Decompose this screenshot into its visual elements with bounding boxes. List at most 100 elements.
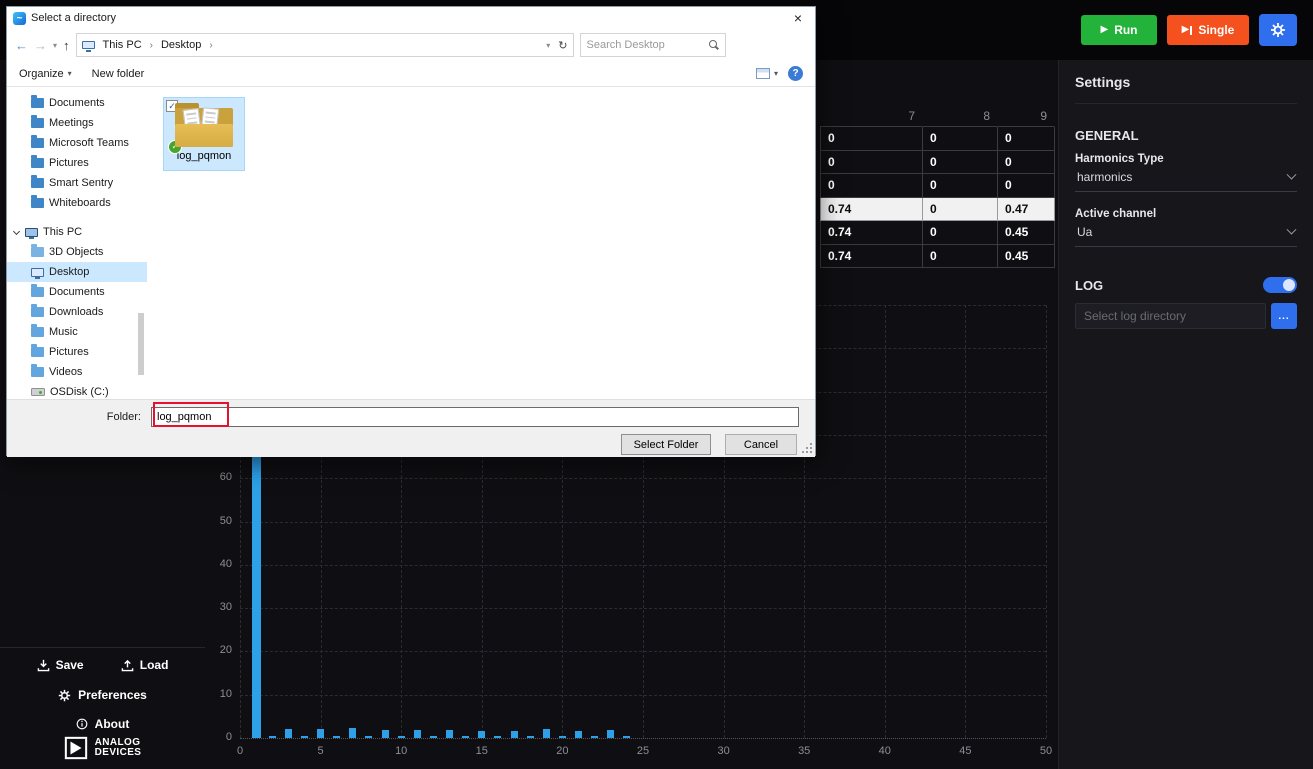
tree-item-3d-objects[interactable]: 3D Objects [7, 242, 147, 262]
harmonic-bar [285, 729, 292, 738]
settings-gear-button[interactable] [1259, 14, 1297, 46]
tree-scrollbar[interactable] [138, 313, 144, 375]
cancel-button[interactable]: Cancel [725, 434, 797, 455]
tree-item-music[interactable]: Music [7, 322, 147, 342]
table-cell[interactable]: 0 [820, 151, 923, 175]
tree-item-meetings[interactable]: Meetings [7, 113, 147, 133]
preferences-gear-icon [58, 689, 71, 702]
x-tick-label: 5 [304, 745, 338, 757]
harmonic-bar [414, 730, 421, 738]
application-window: ▶ Run ▶ Single Save Load Preferences [0, 0, 1313, 769]
table-cell[interactable]: 0 [998, 127, 1055, 151]
tree-item-downloads[interactable]: Downloads [7, 302, 147, 322]
tree-item-this-pc[interactable]: This PC [7, 222, 147, 242]
back-button[interactable]: ← [15, 38, 28, 53]
table-cell[interactable]: 0.45 [998, 245, 1055, 269]
tree-item-smart-sentry[interactable]: Smart Sentry [7, 173, 147, 193]
x-gridline [965, 305, 966, 738]
table-cell[interactable]: 0.74 [820, 221, 923, 245]
x-gridline [1046, 305, 1047, 738]
refresh-icon[interactable]: ↻ [558, 39, 567, 52]
table-cell[interactable]: 0 [923, 127, 998, 151]
help-button[interactable]: ? [788, 66, 803, 81]
table-cell[interactable]: 0 [923, 174, 998, 198]
table-cell[interactable]: 0.74 [820, 198, 923, 222]
folder-item-label: log_pqmon [177, 150, 231, 162]
search-input[interactable] [587, 39, 705, 51]
log-directory-input[interactable] [1075, 303, 1266, 329]
x-tick-label: 20 [545, 745, 579, 757]
breadcrumb-this-pc[interactable]: This PC [100, 39, 145, 51]
forward-button[interactable]: → [34, 38, 47, 53]
table-cell[interactable]: 0.45 [998, 221, 1055, 245]
dialog-nav-tree: DocumentsMeetingsMicrosoft TeamsPictures… [7, 87, 147, 399]
table-cell[interactable]: 0 [923, 221, 998, 245]
table-row[interactable]: 000 [820, 151, 1055, 175]
analog-devices-logo: ANALOG DEVICES [0, 736, 205, 760]
computer-icon [25, 228, 38, 237]
active-channel-dropdown[interactable]: Ua [1075, 223, 1297, 247]
single-button-label: Single [1198, 23, 1234, 37]
folder-item-log-pqmon[interactable]: ✓ ✓ log_pqmon [163, 97, 245, 171]
table-row[interactable]: 000 [820, 174, 1055, 198]
select-folder-button[interactable]: Select Folder [621, 434, 711, 455]
breadcrumb-separator-icon: › [150, 40, 153, 51]
table-header-cell: 7 [820, 105, 923, 127]
harmonics-table: 7890000000000.7400.470.7400.450.7400.45 [820, 105, 1055, 268]
run-button[interactable]: ▶ Run [1081, 15, 1157, 45]
tree-item-documents[interactable]: Documents [7, 93, 147, 113]
settings-panel: Settings GENERAL Harmonics Type harmonic… [1058, 60, 1313, 769]
save-button[interactable]: Save [37, 658, 84, 672]
expander-icon[interactable] [13, 229, 20, 236]
table-row[interactable]: 0.7400.45 [820, 221, 1055, 245]
table-row[interactable]: 0.7400.47 [820, 198, 1055, 222]
log-toggle[interactable] [1263, 277, 1297, 293]
table-cell[interactable]: 0 [923, 151, 998, 175]
recent-locations-dropdown-icon[interactable]: ▾ [53, 41, 57, 50]
browse-log-directory-button[interactable]: ... [1271, 303, 1297, 329]
single-button[interactable]: ▶ Single [1167, 15, 1249, 45]
tree-item-microsoft-teams[interactable]: Microsoft Teams [7, 133, 147, 153]
tree-item-documents[interactable]: Documents [7, 282, 147, 302]
tree-item-whiteboards[interactable]: Whiteboards [7, 193, 147, 213]
table-cell[interactable]: 0 [998, 174, 1055, 198]
step-forward-icon: ▶ [1182, 25, 1193, 35]
address-dropdown-icon[interactable]: ▾ [546, 41, 550, 50]
load-button[interactable]: Load [121, 658, 169, 672]
new-folder-label: New folder [92, 68, 145, 80]
harmonics-type-dropdown[interactable]: harmonics [1075, 168, 1297, 192]
table-cell[interactable]: 0 [820, 174, 923, 198]
harmonics-type-value: harmonics [1077, 170, 1132, 184]
table-cell[interactable]: 0.47 [998, 198, 1055, 222]
table-row[interactable]: 000 [820, 127, 1055, 151]
tree-item-osdisk-c-[interactable]: OSDisk (C:) [7, 382, 147, 399]
up-button[interactable]: ↑ [63, 38, 70, 53]
tree-item-videos[interactable]: Videos [7, 362, 147, 382]
tree-item-pictures[interactable]: Pictures [7, 342, 147, 362]
table-cell[interactable]: 0 [820, 127, 923, 151]
table-cell[interactable]: 0.74 [820, 245, 923, 269]
file-list-area[interactable]: ✓ ✓ log_pqmon [147, 87, 815, 399]
resize-grip[interactable] [801, 443, 813, 455]
dialog-body: DocumentsMeetingsMicrosoft TeamsPictures… [7, 87, 815, 399]
preferences-button[interactable]: Preferences [0, 688, 205, 702]
address-bar[interactable]: This PC › Desktop › ▾ ↻ [76, 33, 574, 57]
folder-blue-icon [31, 118, 44, 128]
search-box[interactable] [580, 33, 726, 57]
tree-item-desktop[interactable]: Desktop [7, 262, 147, 282]
dialog-titlebar[interactable]: ~ Select a directory × [7, 7, 815, 29]
table-cell[interactable]: 0 [998, 151, 1055, 175]
table-cell[interactable]: 0 [923, 245, 998, 269]
x-tick-label: 40 [868, 745, 902, 757]
close-icon[interactable]: × [781, 7, 815, 29]
table-cell[interactable]: 0 [923, 198, 998, 222]
about-button[interactable]: About [0, 717, 205, 731]
tree-item-pictures[interactable]: Pictures [7, 153, 147, 173]
folder-name-input[interactable] [151, 407, 799, 427]
view-options-button[interactable]: ▾ [756, 68, 778, 79]
organize-menu[interactable]: Organize ▾ [19, 68, 72, 80]
breadcrumb-desktop[interactable]: Desktop [158, 39, 204, 51]
new-folder-button[interactable]: New folder [92, 68, 145, 80]
y-gridline [240, 738, 1046, 739]
table-row[interactable]: 0.7400.45 [820, 245, 1055, 269]
